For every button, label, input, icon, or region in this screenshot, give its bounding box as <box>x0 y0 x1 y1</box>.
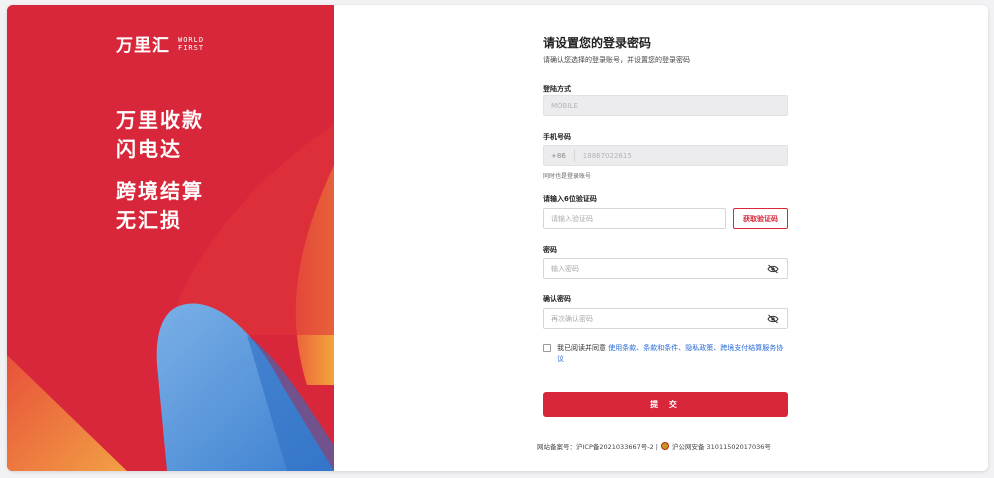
logo-chinese-name: 万里汇 <box>116 36 170 56</box>
terms-agreement: 我已阅读并同意 使用条款、条款和条件、隐私政策、跨境支付结算服务协议 <box>543 343 788 365</box>
window: 万里汇 WORLD FIRST 万里收款 闪电达 跨境结算 无汇损 请设置您的登… <box>7 5 988 471</box>
verification-code-placeholder: 请输入验证码 <box>551 214 593 223</box>
phone-hint: 同时也是登录账号 <box>543 173 592 180</box>
terms-prefix: 我已阅读并同意 <box>557 344 606 352</box>
logo-english-line2: FIRST <box>178 43 205 52</box>
brand-panel: 万里汇 WORLD FIRST 万里收款 闪电达 跨境结算 无汇损 <box>7 5 334 471</box>
slogan-secondary-line1: 跨境结算 <box>116 179 204 203</box>
slogan-primary-line2: 闪电达 <box>116 137 182 161</box>
page-title: 请设置您的登录密码 <box>543 36 652 50</box>
login-method-value: MOBILE <box>551 101 578 110</box>
slogan-secondary: 跨境结算 无汇损 <box>116 177 204 235</box>
password-label: 密码 <box>543 246 557 254</box>
icp-record[interactable]: 网站备案号：沪ICP备2021033667号-2 | <box>537 441 658 451</box>
login-method-field: MOBILE <box>543 95 788 116</box>
page-subtitle: 请确认您选择的登录账号，并设置您的登录密码 <box>543 56 690 64</box>
phone-value: 18867022615 <box>582 151 632 160</box>
brand-logo: 万里汇 WORLD FIRST <box>116 31 204 57</box>
verification-code-input[interactable]: 请输入验证码 <box>543 208 726 229</box>
eye-off-icon[interactable] <box>767 314 779 324</box>
slogan-primary-line1: 万里收款 <box>116 108 204 132</box>
slogan-primary: 万里收款 闪电达 <box>116 106 204 164</box>
eye-off-icon[interactable] <box>767 264 779 274</box>
password-input[interactable]: 输入密码 <box>543 258 788 279</box>
slogan-secondary-line2: 无汇损 <box>116 208 182 232</box>
login-method-label: 登陆方式 <box>543 85 571 93</box>
police-badge-icon <box>660 442 669 450</box>
terms-text: 我已阅读并同意 使用条款、条款和条件、隐私政策、跨境支付结算服务协议 <box>557 343 788 365</box>
submit-button[interactable]: 提 交 <box>543 392 788 417</box>
phone-field: +86 18867022615 <box>543 145 788 166</box>
confirm-password-input[interactable]: 再次确认密码 <box>543 308 788 329</box>
brand-artwork <box>7 5 334 471</box>
password-placeholder: 输入密码 <box>551 264 579 273</box>
logo-english-line1: WORLD <box>178 35 205 44</box>
get-code-button[interactable]: 获取验证码 <box>733 208 788 229</box>
verification-code-label: 请输入6位验证码 <box>543 195 597 203</box>
terms-checkbox[interactable] <box>543 344 551 352</box>
footer: 网站备案号：沪ICP备2021033667号-2 | 沪公网安备 3101150… <box>537 441 771 451</box>
police-record[interactable]: 沪公网安备 31011502017036号 <box>672 441 771 451</box>
phone-label: 手机号码 <box>543 133 571 141</box>
confirm-password-placeholder: 再次确认密码 <box>551 314 593 323</box>
country-code: +86 <box>551 149 575 162</box>
logo-english-name: WORLD FIRST <box>178 36 204 52</box>
confirm-password-label: 确认密码 <box>543 295 571 303</box>
